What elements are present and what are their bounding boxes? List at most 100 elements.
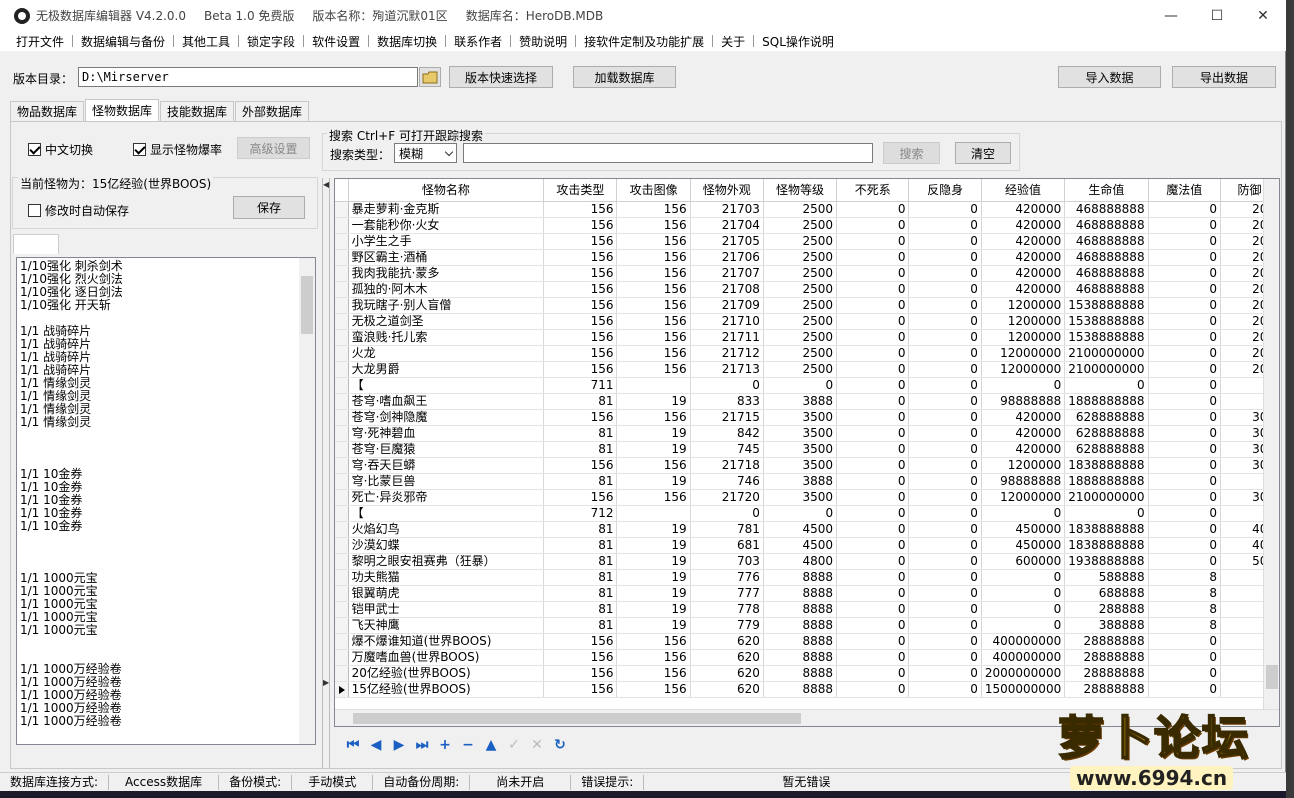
row-indicator[interactable] (335, 617, 349, 634)
table-cell[interactable]: 156 (543, 361, 618, 378)
table-cell[interactable]: 【 (348, 505, 545, 522)
table-cell[interactable]: 21709 (690, 297, 764, 314)
search-button[interactable]: 搜索 (883, 142, 940, 164)
prev-record-icon[interactable]: ◀ (367, 736, 385, 754)
table-cell[interactable]: 12000000 (981, 361, 1066, 378)
table-cell[interactable]: 288888 (1064, 601, 1149, 618)
table-cell[interactable]: 0 (836, 249, 910, 266)
row-indicator[interactable] (335, 473, 349, 490)
row-indicator[interactable] (335, 201, 349, 218)
table-cell[interactable]: 一套能秒你·火女 (348, 217, 545, 234)
table-cell[interactable]: 0 (1148, 681, 1221, 698)
table-cell[interactable]: 156 (616, 201, 691, 218)
table-cell[interactable]: 779 (690, 617, 764, 634)
table-cell[interactable]: 21711 (690, 329, 764, 346)
table-row[interactable]: 铠甲武士 81 19 778 8888 0 0 0 288888 8 (335, 601, 1279, 618)
table-cell[interactable]: 468888888 (1064, 233, 1149, 250)
save-button[interactable]: 保存 (233, 196, 305, 219)
column-header[interactable]: 魔法值 (1148, 179, 1221, 202)
delete-record-icon[interactable]: − (459, 736, 477, 754)
table-cell[interactable]: 156 (616, 313, 691, 330)
table-cell[interactable]: 1838888888 (1064, 537, 1149, 554)
drop-list-scrollbar[interactable] (299, 258, 315, 744)
table-cell[interactable]: 2500 (763, 297, 838, 314)
table-row[interactable]: 沙漠幻蝶811968145000045000018388888880400 (335, 537, 1279, 554)
table-cell[interactable]: 0 (1148, 281, 1221, 298)
table-cell[interactable]: 156 (543, 297, 618, 314)
table-cell[interactable]: 711 (543, 377, 618, 394)
table-cell[interactable]: 420000 (981, 265, 1066, 282)
table-cell[interactable]: 0 (908, 345, 982, 362)
table-cell[interactable]: 0 (1148, 217, 1221, 234)
table-cell[interactable]: 156 (543, 409, 618, 426)
table-cell[interactable]: 156 (616, 345, 691, 362)
table-cell[interactable]: 0 (836, 313, 910, 330)
table-cell[interactable]: 0 (836, 393, 910, 410)
table-cell[interactable]: 0 (1148, 393, 1221, 410)
table-cell[interactable]: 156 (616, 281, 691, 298)
confirm-icon[interactable]: ✓ (505, 736, 523, 754)
table-cell[interactable]: 1538888888 (1064, 313, 1149, 330)
table-cell[interactable]: 0 (908, 201, 982, 218)
table-cell[interactable]: 0 (908, 297, 982, 314)
table-cell[interactable]: 苍穹·剑神隐魔 (348, 409, 545, 426)
table-cell[interactable]: 0 (836, 441, 910, 458)
table-cell[interactable]: 156 (616, 233, 691, 250)
row-indicator[interactable] (335, 345, 349, 362)
table-cell[interactable]: 0 (1148, 521, 1221, 538)
table-cell[interactable]: 银翼萌虎 (348, 585, 545, 602)
panel-splitter[interactable]: ◀ ▶ (322, 178, 330, 768)
table-cell[interactable]: 0 (908, 249, 982, 266)
row-indicator[interactable] (335, 457, 349, 474)
table-cell[interactable]: 81 (543, 585, 618, 602)
table-cell[interactable]: 0 (908, 553, 982, 570)
table-cell[interactable]: 0 (1064, 505, 1149, 522)
table-cell[interactable]: 156 (616, 649, 691, 666)
table-cell[interactable]: 0 (836, 281, 910, 298)
table-cell[interactable]: 0 (908, 409, 982, 426)
table-cell[interactable]: 0 (1148, 489, 1221, 506)
table-cell[interactable]: 450000 (981, 537, 1066, 554)
row-indicator[interactable] (335, 329, 349, 346)
table-cell[interactable]: 0 (981, 617, 1066, 634)
table-cell[interactable]: 81 (543, 473, 618, 490)
table-cell[interactable]: 778 (690, 601, 764, 618)
table-cell[interactable]: 0 (1148, 361, 1221, 378)
table-cell[interactable]: 0 (908, 425, 982, 442)
table-row[interactable]: 穹·死神碧血81198423500004200006288888880300 (335, 425, 1279, 442)
table-cell[interactable]: 81 (543, 569, 618, 586)
table-row[interactable]: 【712 0 0 0 0 0 0 0 (335, 505, 1279, 522)
table-cell[interactable]: 0 (836, 601, 910, 618)
table-cell[interactable]: 8888 (763, 569, 838, 586)
table-cell[interactable]: 1888888888 (1064, 473, 1149, 490)
table-cell[interactable]: 4800 (763, 553, 838, 570)
table-cell[interactable]: 81 (543, 601, 618, 618)
table-cell[interactable]: 1888888888 (1064, 393, 1149, 410)
table-row[interactable]: 大龙男爵 156 156 21713 2500 0 0 12000000 2100000000 0… (335, 361, 1279, 378)
menu-edit-backup[interactable]: 数据编辑与备份 (73, 33, 173, 50)
table-cell[interactable] (616, 505, 691, 522)
table-cell[interactable]: 628888888 (1064, 409, 1149, 426)
close-button[interactable]: ✕ (1240, 0, 1286, 31)
table-cell[interactable]: 苍穹·嗜血飙王 (348, 393, 545, 410)
table-cell[interactable]: 0 (1148, 505, 1221, 522)
table-cell[interactable]: 28888888 (1064, 649, 1149, 666)
table-cell[interactable]: 0 (1148, 649, 1221, 666)
current-row-indicator-icon[interactable] (335, 681, 349, 698)
table-cell[interactable]: 15亿经验(世界BOOS) (348, 681, 545, 698)
table-cell[interactable]: 628888888 (1064, 425, 1149, 442)
column-header[interactable]: 怪物等级 (763, 179, 838, 202)
menu-lock-fields[interactable]: 锁定字段 (239, 33, 303, 50)
table-cell[interactable]: 爆不爆谁知道(世界BOOS) (348, 633, 545, 650)
table-cell[interactable]: 156 (543, 665, 618, 682)
table-cell[interactable]: 156 (616, 457, 691, 474)
drop-list-textarea[interactable]: 1/10强化 刺杀剑术 1/10强化 烈火剑法 1/10强化 逐日剑法 1/10… (16, 257, 316, 745)
table-cell[interactable]: 穹·比蒙巨兽 (348, 473, 545, 490)
table-row[interactable]: 暴走萝莉·金克斯 156 156 21703 2500 0 0 420000 468888888… (335, 201, 1279, 218)
column-header[interactable]: 攻击图像 (616, 179, 691, 202)
table-cell[interactable]: 0 (908, 329, 982, 346)
table-cell[interactable]: 铠甲武士 (348, 601, 545, 618)
table-cell[interactable]: 833 (690, 393, 764, 410)
table-cell[interactable]: 746 (690, 473, 764, 490)
row-indicator[interactable] (335, 633, 349, 650)
